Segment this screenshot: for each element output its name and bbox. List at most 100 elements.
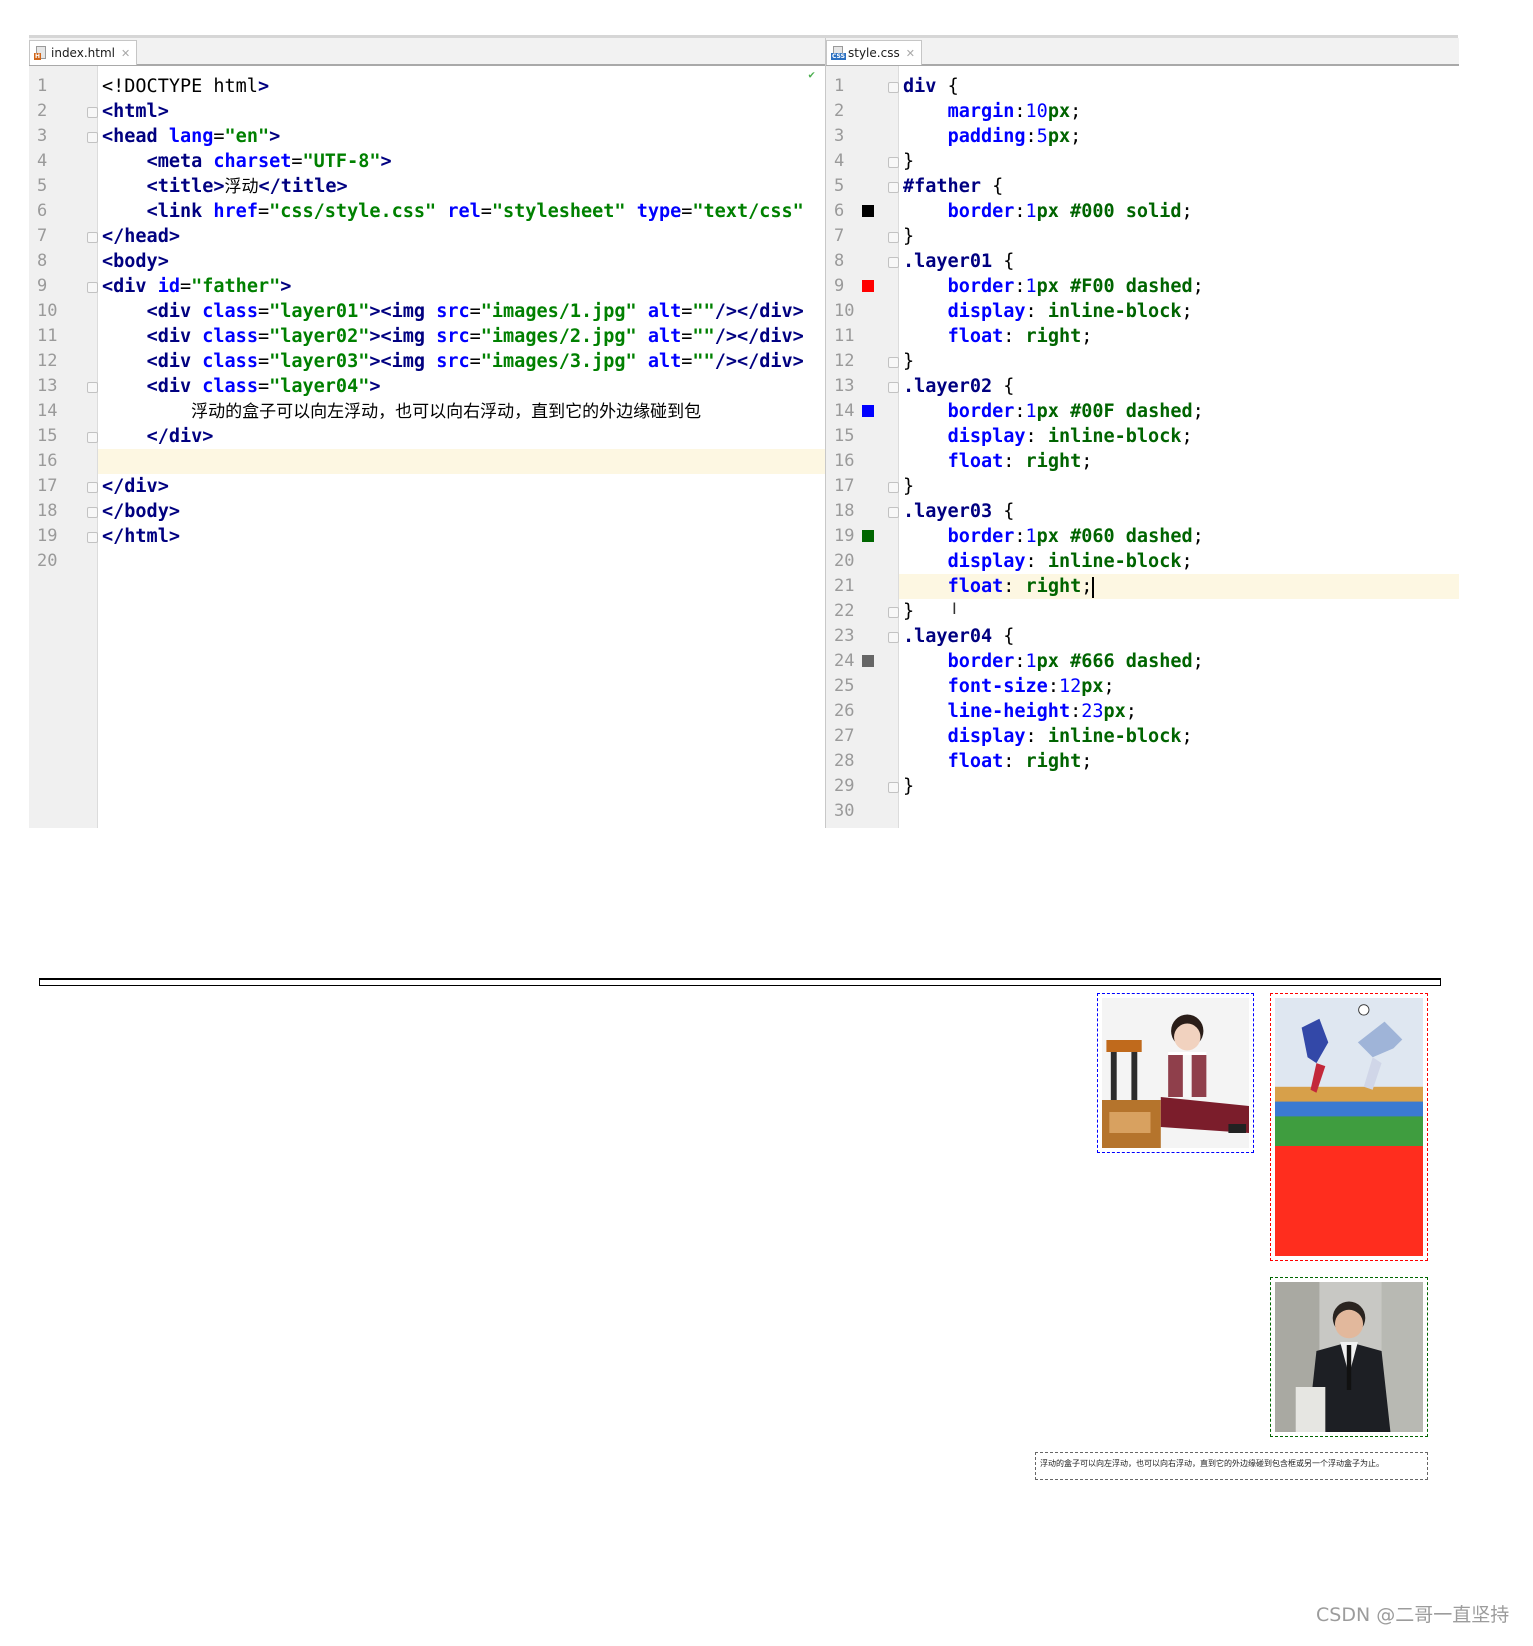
code-line[interactable]: <title>浮动</title> (98, 174, 825, 199)
html-editor-pane[interactable]: H index.html ✕ 1 2 3 4 5 6 7 8 9 10 11 12 13 14 15 16 17… (29, 38, 825, 828)
code-line[interactable]: } (899, 149, 1459, 174)
fold-marker-icon[interactable] (87, 532, 98, 543)
code-line[interactable]: <div id="father"> (98, 274, 825, 299)
css-editor-pane[interactable]: CSS style.css ✕ 1 2 3 4 5 6 7 8 9 10 11 12 13 14 15 16 1… (825, 38, 1459, 828)
code-line[interactable] (98, 549, 825, 574)
code-line[interactable]: 浮动的盒子可以向左浮动，也可以向右浮动，直到它的外边缘碰到包 (98, 399, 825, 424)
code-line[interactable]: float: right; (899, 449, 1459, 474)
line-number: 2 (834, 101, 845, 121)
code-line[interactable]: <div class="layer02"><img src="images/2.… (98, 324, 825, 349)
line-number: 13 (834, 376, 855, 396)
code-line[interactable]: display: inline-block; (899, 724, 1459, 749)
tab-style-css[interactable]: CSS style.css ✕ (826, 40, 922, 65)
line-number: 4 (834, 151, 845, 171)
code-line[interactable]: font-size:12px; (899, 674, 1459, 699)
fold-marker-icon[interactable] (888, 482, 899, 493)
code-line[interactable]: </html> (98, 524, 825, 549)
code-line[interactable]: </div> (98, 474, 825, 499)
code-line[interactable]: border:1px #F00 dashed; (899, 274, 1459, 299)
code-line[interactable]: <!DOCTYPE html> (98, 74, 825, 99)
code-line[interactable] (899, 799, 1459, 824)
code-line[interactable]: <html> (98, 99, 825, 124)
code-line[interactable]: <div class="layer01"><img src="images/1.… (98, 299, 825, 324)
fold-marker-icon[interactable] (888, 232, 899, 243)
line-number: 17 (37, 476, 58, 496)
code-line[interactable]: border:1px #00F dashed; (899, 399, 1459, 424)
code-line[interactable]: border:1px #060 dashed; (899, 524, 1459, 549)
code-line[interactable]: </head> (98, 224, 825, 249)
line-number: 14 (37, 401, 58, 421)
fold-marker-icon[interactable] (87, 282, 98, 293)
fold-marker-icon[interactable] (87, 232, 98, 243)
fold-marker-icon[interactable] (888, 357, 899, 368)
fold-marker-icon[interactable] (888, 632, 899, 643)
code-line[interactable]: <div class="layer04"> (98, 374, 825, 399)
code-line[interactable]: line-height:23px; (899, 699, 1459, 724)
code-line[interactable]: <div class="layer03"><img src="images/3.… (98, 349, 825, 374)
fold-marker-icon[interactable] (87, 482, 98, 493)
code-line[interactable]: } (899, 349, 1459, 374)
fold-marker-icon[interactable] (888, 82, 899, 93)
code-line[interactable]: </div> (98, 424, 825, 449)
close-icon[interactable]: ✕ (121, 47, 130, 60)
code-line[interactable]: padding:5px; (899, 124, 1459, 149)
code-line[interactable]: } (899, 224, 1459, 249)
line-number: 3 (834, 126, 845, 146)
fold-marker-icon[interactable] (888, 382, 899, 393)
code-line[interactable]: .layer04 { (899, 624, 1459, 649)
code-line[interactable]: .layer01 { (899, 249, 1459, 274)
fold-marker-icon[interactable] (87, 132, 98, 143)
fold-marker-icon[interactable] (888, 257, 899, 268)
code-line[interactable]: .layer03 { (899, 499, 1459, 524)
close-icon[interactable]: ✕ (906, 47, 915, 60)
code-line[interactable]: </body> (98, 499, 825, 524)
line-number: 8 (37, 251, 48, 271)
code-line[interactable]: <body> (98, 249, 825, 274)
code-line[interactable]: display: inline-block; (899, 299, 1459, 324)
code-line[interactable]: display: inline-block; (899, 424, 1459, 449)
code-line[interactable] (98, 449, 825, 474)
code-line[interactable]: .layer02 { (899, 374, 1459, 399)
line-number: 1 (834, 76, 845, 96)
line-number: 13 (37, 376, 58, 396)
css-code-editor[interactable]: 1 2 3 4 5 6 7 8 9 10 11 12 13 14 15 16 17 18 19 20 21 22 23 24 2… (826, 66, 1459, 828)
code-line[interactable]: border:1px #666 dashed; (899, 649, 1459, 674)
code-line[interactable]: float: right; (899, 574, 1459, 599)
line-number: 16 (37, 451, 58, 471)
code-line[interactable]: div { (899, 74, 1459, 99)
fold-marker-icon[interactable] (888, 782, 899, 793)
code-line[interactable]: display: inline-block; (899, 549, 1459, 574)
fold-marker-icon[interactable] (888, 607, 899, 618)
fold-marker-icon[interactable] (888, 507, 899, 518)
tab-index-html[interactable]: H index.html ✕ (29, 40, 138, 65)
fold-marker-icon[interactable] (87, 432, 98, 443)
line-number: 19 (37, 526, 58, 546)
fold-marker-icon[interactable] (87, 507, 98, 518)
line-number: 9 (834, 276, 845, 296)
code-line[interactable]: #father { (899, 174, 1459, 199)
code-line[interactable]: float: right; (899, 324, 1459, 349)
code-line[interactable]: margin:10px; (899, 99, 1459, 124)
code-line[interactable]: } (899, 774, 1459, 799)
code-line[interactable]: border:1px #000 solid; (899, 199, 1459, 224)
floating-text: 浮动的盒子可以向左浮动，也可以向右浮动，直到它的外边缘碰到包含框或另一个浮动盒子… (1040, 1459, 1384, 1468)
fold-marker-icon[interactable] (888, 157, 899, 168)
line-number: 20 (834, 551, 855, 571)
html-code-editor[interactable]: 1 2 3 4 5 6 7 8 9 10 11 12 13 14 15 16 17 18 19 20 <!DOCTYP… (29, 66, 825, 828)
code-line[interactable]: } (899, 599, 1459, 624)
color-swatch-icon (862, 205, 874, 217)
code-line[interactable]: <meta charset="UTF-8"> (98, 149, 825, 174)
code-line[interactable]: } (899, 474, 1459, 499)
color-swatch-icon (862, 530, 874, 542)
line-number: 10 (37, 301, 58, 321)
fold-marker-icon[interactable] (888, 182, 899, 193)
fold-marker-icon[interactable] (87, 107, 98, 118)
line-number: 27 (834, 726, 855, 746)
tab-label: index.html (51, 46, 115, 60)
code-line[interactable]: <link href="css/style.css" rel="styleshe… (98, 199, 825, 224)
line-number: 15 (37, 426, 58, 446)
fold-marker-icon[interactable] (87, 382, 98, 393)
css-file-icon: CSS (831, 46, 846, 60)
code-line[interactable]: float: right; (899, 749, 1459, 774)
code-line[interactable]: <head lang="en"> (98, 124, 825, 149)
